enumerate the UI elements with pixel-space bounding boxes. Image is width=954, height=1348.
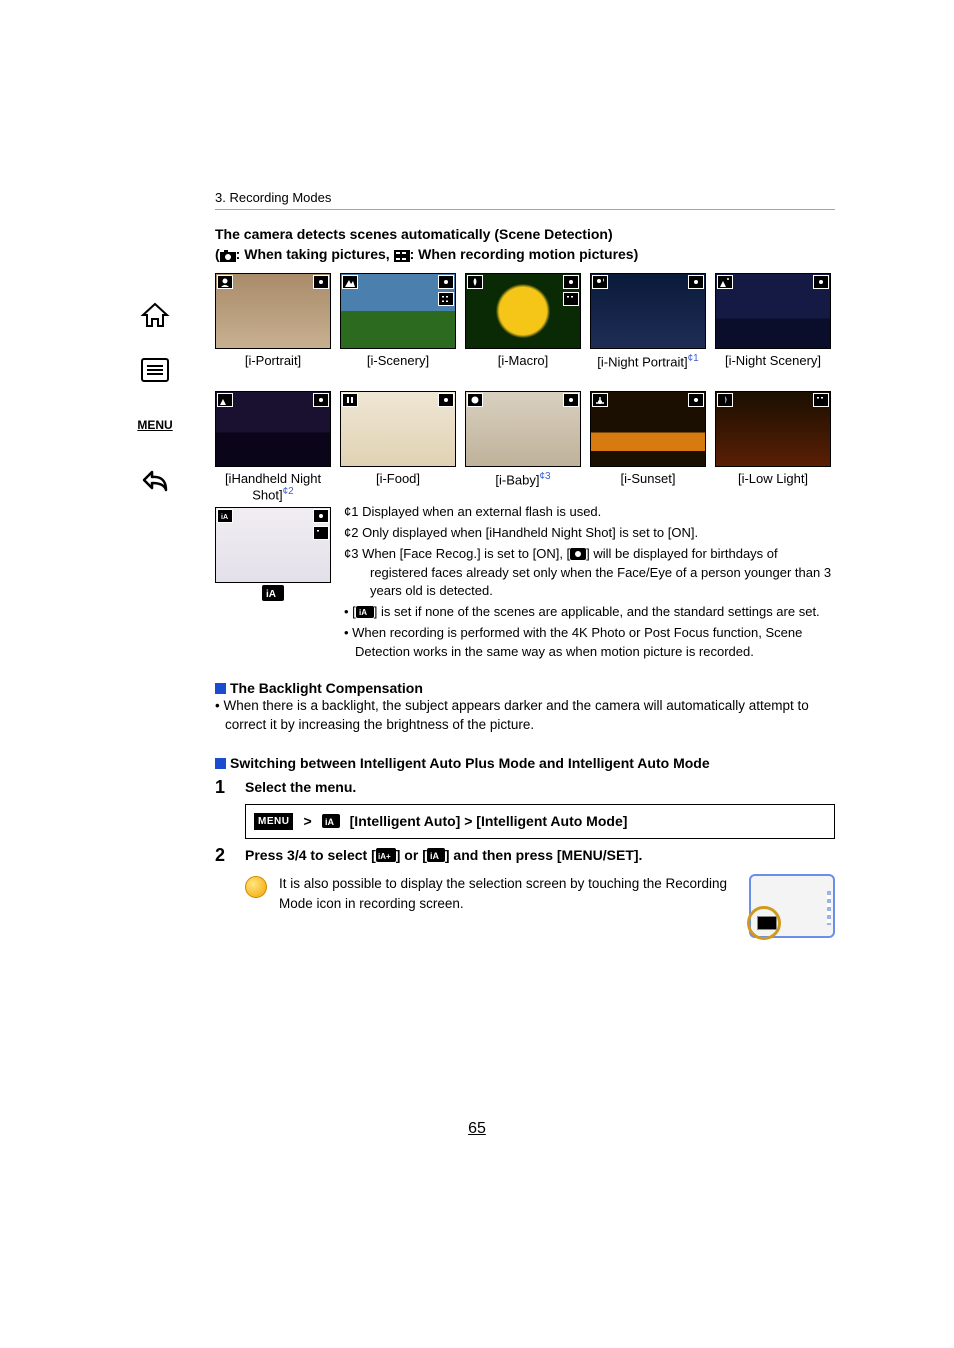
menu-path-box: MENU > iA [Intelligent Auto] > [Intellig…	[245, 804, 835, 839]
camera-icon	[688, 393, 704, 407]
caption-i-night-portrait: [i-Night Portrait]¢1	[590, 353, 706, 383]
caption-i-food: [i-Food]	[340, 471, 456, 501]
page-number: 65	[0, 1120, 954, 1138]
movie-icon	[563, 292, 579, 306]
svg-text:iA: iA	[221, 514, 228, 521]
camera-icon	[438, 275, 454, 289]
svg-text:iA: iA	[266, 589, 276, 600]
ia-chip-icon: iA	[356, 606, 374, 618]
ia-chip-icon: iA	[427, 848, 445, 862]
toc-icon[interactable]	[138, 355, 172, 385]
svg-text:iA+: iA+	[378, 852, 391, 861]
svg-text:iA: iA	[430, 851, 440, 861]
thumb-ihandheld-night-shot	[215, 391, 331, 467]
lowlight-mode-icon	[717, 393, 733, 407]
baby-mode-icon	[467, 393, 483, 407]
movie-icon	[394, 250, 410, 262]
ia-mode-icon: iA	[217, 509, 233, 523]
ia-chip-icon: iA	[262, 585, 284, 601]
portrait-mode-icon	[217, 275, 233, 289]
camera-icon	[313, 393, 329, 407]
camera-icon	[813, 275, 829, 289]
macro-mode-icon	[467, 275, 483, 289]
scene-grid-row2: [iHandheld NightShot]¢2 [i-Food] [i-Baby…	[215, 391, 835, 504]
baby-chip-icon	[570, 548, 586, 560]
thumb-i-macro	[465, 273, 581, 349]
section-label: 3. Recording Modes	[215, 190, 835, 210]
food-mode-icon	[342, 393, 358, 407]
caption-ihandheld-night-shot: [iHandheld NightShot]¢2	[215, 471, 331, 504]
movie-icon	[438, 292, 454, 306]
menu-text-icon[interactable]: MENU	[138, 410, 172, 440]
step-1: 1 Select the menu. MENU > iA [Intelligen…	[215, 777, 835, 839]
thumb-i-baby	[465, 391, 581, 467]
camera-icon	[313, 275, 329, 289]
tip-text: It is also possible to display the selec…	[279, 874, 727, 915]
back-icon[interactable]	[138, 465, 172, 495]
svg-text:iA: iA	[359, 608, 367, 617]
thumb-ia-standard: iA	[215, 507, 331, 583]
thumb-i-low-light	[715, 391, 831, 467]
movie-icon	[313, 526, 329, 540]
svg-text:iA: iA	[325, 817, 335, 827]
camera-icon	[438, 393, 454, 407]
ia-plus-chip-icon: iA+	[376, 848, 396, 862]
caption-i-night-scenery: [i-Night Scenery]	[715, 353, 831, 383]
ia-menu-icon: iA	[322, 814, 340, 828]
sunset-mode-icon	[592, 393, 608, 407]
caption-i-baby: [i-Baby]¢3	[465, 471, 581, 501]
step-2: 2 Press 3/4 to select [iA+] or [iA] and …	[215, 845, 835, 938]
camera-icon	[563, 393, 579, 407]
night-scenery-mode-icon	[717, 275, 733, 289]
caption-i-sunset: [i-Sunset]	[590, 471, 706, 501]
scene-detection-heading: The camera detects scenes automatically …	[215, 224, 835, 265]
home-icon[interactable]	[138, 300, 172, 330]
tip-bulb-icon	[245, 876, 267, 898]
night-portrait-mode-icon	[592, 275, 608, 289]
footnotes-block: ¢1 Displayed when an external flash is u…	[340, 503, 835, 662]
caption-i-low-light: [i-Low Light]	[715, 471, 831, 501]
handheld-night-icon	[217, 393, 233, 407]
thumb-i-night-portrait	[590, 273, 706, 349]
scene-grid-row1: [i-Portrait] [i-Scenery] [i-Macro]	[215, 273, 835, 383]
camera-icon	[563, 275, 579, 289]
camera-icon	[220, 250, 236, 262]
backlight-body: • When there is a backlight, the subject…	[215, 696, 835, 735]
thumb-i-portrait	[215, 273, 331, 349]
caption-i-scenery: [i-Scenery]	[340, 353, 456, 383]
thumb-i-sunset	[590, 391, 706, 467]
thumb-i-food	[340, 391, 456, 467]
camera-icon	[688, 275, 704, 289]
thumb-i-night-scenery	[715, 273, 831, 349]
caption-i-macro: [i-Macro]	[465, 353, 581, 383]
camera-icon	[313, 509, 329, 523]
scenery-mode-icon	[342, 275, 358, 289]
recording-screen-illustration	[749, 874, 835, 938]
backlight-heading: The Backlight Compensation	[215, 680, 835, 696]
menu-chip-icon: MENU	[254, 813, 293, 830]
thumb-i-scenery	[340, 273, 456, 349]
switching-heading: Switching between Intelligent Auto Plus …	[215, 755, 835, 771]
movie-icon	[813, 393, 829, 407]
caption-i-portrait: [i-Portrait]	[215, 353, 331, 383]
